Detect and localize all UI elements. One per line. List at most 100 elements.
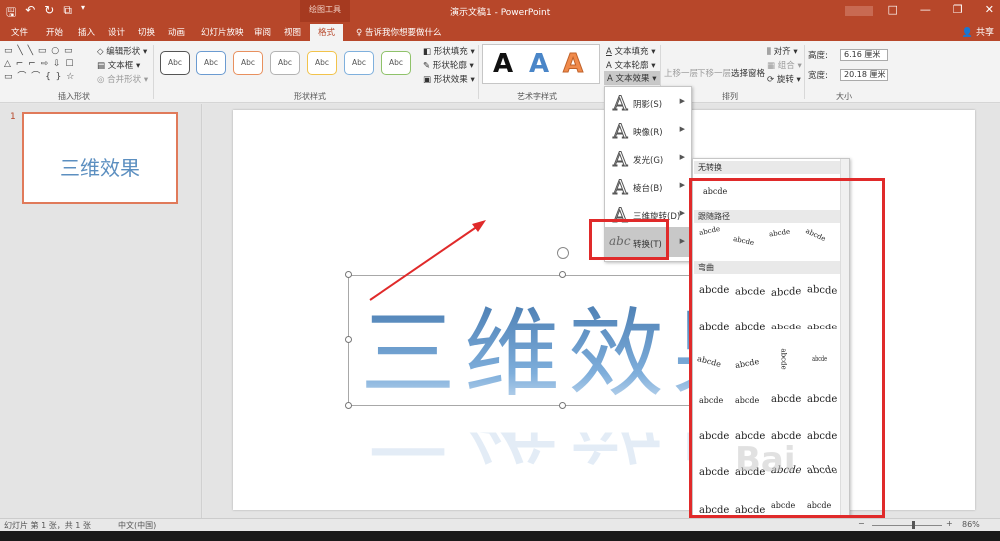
group-icon: ▦ [767, 61, 776, 71]
bring-forward-button[interactable]: 上移一层 [664, 67, 698, 79]
menu-item-glow[interactable]: A 发光(G) ▶ [605, 145, 691, 172]
resize-handle[interactable] [345, 271, 352, 278]
group-separator [153, 45, 154, 99]
textbox-button[interactable]: ▤ 文本框 ▾ [97, 59, 140, 71]
wordart-style-orange[interactable]: A [562, 49, 583, 80]
menu-item-label: 阴影(S) [633, 100, 663, 110]
shape-fill-button[interactable]: ◧ 形状填充 ▾ [423, 45, 475, 57]
zoom-slider-thumb[interactable] [912, 521, 915, 529]
shape-style-7[interactable]: Abc [381, 51, 411, 75]
text-effects-label: 文本效果 [615, 74, 650, 84]
tab-insert[interactable]: 插入 [78, 26, 95, 38]
menu-item-label: 棱台(B) [633, 184, 663, 194]
size-group-label: 大小 [836, 92, 852, 101]
align-icon: ⫼ [767, 47, 771, 57]
language-indicator[interactable]: 中文(中国) [118, 520, 156, 531]
width-field[interactable]: 20.18 厘米 [840, 69, 888, 81]
customize-icon[interactable]: ▾ [81, 3, 85, 24]
tab-slideshow[interactable]: 幻灯片放映 [201, 26, 244, 38]
tab-design[interactable]: 设计 [108, 26, 125, 38]
tab-view[interactable]: 视图 [284, 26, 301, 38]
rotate-handle[interactable] [557, 247, 569, 259]
menu-item-reflection[interactable]: A 映像(R) ▶ [605, 117, 691, 144]
tab-home[interactable]: 开始 [46, 26, 63, 38]
slide-number: 1 [10, 112, 16, 122]
shape-style-4[interactable]: Abc [270, 51, 300, 75]
shape-effects-icon: ▣ [423, 75, 432, 85]
wordart-group-label: 艺术字样式 [517, 92, 557, 101]
status-bar: 幻灯片 第 1 张，共 1 张 中文(中国) − + 86% [0, 518, 1000, 531]
resize-handle[interactable] [345, 402, 352, 409]
share-label: 共享 [975, 28, 994, 38]
group-separator [478, 45, 479, 99]
text-outline-label: 文本轮廓 [614, 61, 649, 71]
resize-handle[interactable] [559, 402, 566, 409]
tell-me-search[interactable]: ♀ 告诉我你想要做什么 [356, 26, 441, 38]
tab-review[interactable]: 审阅 [254, 26, 271, 38]
restore-icon[interactable]: ❐ [953, 3, 963, 16]
tab-format[interactable]: 格式 [310, 24, 344, 41]
wordart-style-black[interactable]: A [493, 49, 513, 79]
ribbon-display-icon[interactable]: □ [888, 3, 898, 16]
group-label: 组合 [777, 61, 795, 71]
share-button[interactable]: 👤 共享 [962, 25, 994, 38]
selection-pane-button[interactable]: 选择窗格 [731, 67, 765, 79]
wordart-style-blue[interactable]: A [529, 49, 549, 79]
text-outline-icon: A [606, 61, 612, 71]
resize-handle[interactable] [345, 336, 352, 343]
shape-style-1[interactable]: Abc [160, 51, 190, 75]
edit-shape-icon: ◇ [97, 47, 104, 57]
ribbon: ▭ ╲ ╲ ▭ ○ ▭ △ ⌐ ⌐ ⇨ ⇩ ☐ ▭ ⌒ ⌒ { } ☆ ◇ 编辑… [0, 41, 1000, 103]
resize-handle[interactable] [559, 271, 566, 278]
wordart-gallery[interactable]: A A A [482, 44, 600, 84]
align-label: 对齐 [773, 47, 791, 57]
present-icon[interactable]: ⧉ [63, 3, 72, 24]
textbox-icon: ▤ [97, 61, 106, 71]
tab-animations[interactable]: 动画 [168, 26, 185, 38]
chevron-right-icon: ▶ [679, 209, 685, 217]
text-fill-label: 文本填充 [614, 47, 649, 57]
redo-icon[interactable]: ↻ [44, 3, 54, 24]
minimize-icon[interactable]: — [920, 3, 931, 16]
text-effects-button[interactable]: A 文本效果 ▾ [604, 71, 660, 85]
shape-style-5[interactable]: Abc [307, 51, 337, 75]
rotate-icon: ⟳ [767, 75, 775, 85]
zoom-slider[interactable] [872, 525, 942, 526]
shape-outline-button[interactable]: ✎ 形状轮廓 ▾ [423, 59, 474, 71]
shadow-icon: A [612, 91, 628, 116]
edit-shape-button[interactable]: ◇ 编辑形状 ▾ [97, 45, 147, 57]
slide-thumbnail[interactable]: 三维效果 [22, 112, 178, 204]
rotate-button[interactable]: ⟳ 旋转 ▾ [767, 73, 801, 85]
glow-icon: A [612, 147, 628, 172]
shapes-gallery[interactable]: ▭ ╲ ╲ ▭ ○ ▭ △ ⌐ ⌐ ⇨ ⇩ ☐ ▭ ⌒ ⌒ { } ☆ [4, 45, 90, 87]
tab-transitions[interactable]: 切换 [138, 26, 155, 38]
paint-bucket-icon: ◧ [423, 47, 432, 57]
section-no-transform: 无转换 [694, 161, 840, 174]
chevron-right-icon: ▶ [679, 153, 685, 161]
shape-effects-label: 形状效果 [433, 75, 468, 85]
text-outline-button[interactable]: A 文本轮廓 ▾ [606, 59, 656, 71]
zoom-in-icon[interactable]: + [946, 519, 953, 528]
height-field[interactable]: 6.16 厘米 [840, 49, 888, 61]
zoom-level[interactable]: 86% [962, 520, 980, 529]
bevel-icon: A [612, 175, 628, 200]
title-bar: 🖫 ↶ ↻ ⧉ ▾ 绘图工具 演示文稿1 - PowerPoint □ — ❐ … [0, 0, 1000, 22]
merge-shapes-button[interactable]: ◎ 合并形状 ▾ [97, 73, 148, 85]
align-button[interactable]: ⫼ 对齐 ▾ [767, 45, 798, 57]
lightbulb-icon: ♀ [356, 28, 363, 38]
shape-effects-button[interactable]: ▣ 形状效果 ▾ [423, 73, 475, 85]
shape-style-3[interactable]: Abc [233, 51, 263, 75]
group-button[interactable]: ▦ 组合 ▾ [767, 59, 802, 71]
undo-icon[interactable]: ↶ [25, 3, 35, 24]
menu-item-bevel[interactable]: A 棱台(B) ▶ [605, 173, 691, 200]
shape-style-6[interactable]: Abc [344, 51, 374, 75]
save-icon[interactable]: 🖫 [6, 3, 16, 24]
menu-item-shadow[interactable]: A 阴影(S) ▶ [605, 89, 691, 116]
chevron-right-icon: ▶ [679, 181, 685, 189]
tab-file[interactable]: 文件 [11, 26, 28, 38]
send-backward-button[interactable]: 下移一层 [697, 67, 731, 79]
text-fill-button[interactable]: A 文本填充 ▾ [606, 45, 656, 57]
zoom-out-icon[interactable]: − [858, 519, 865, 528]
shape-style-2[interactable]: Abc [196, 51, 226, 75]
close-icon[interactable]: ✕ [985, 3, 994, 16]
